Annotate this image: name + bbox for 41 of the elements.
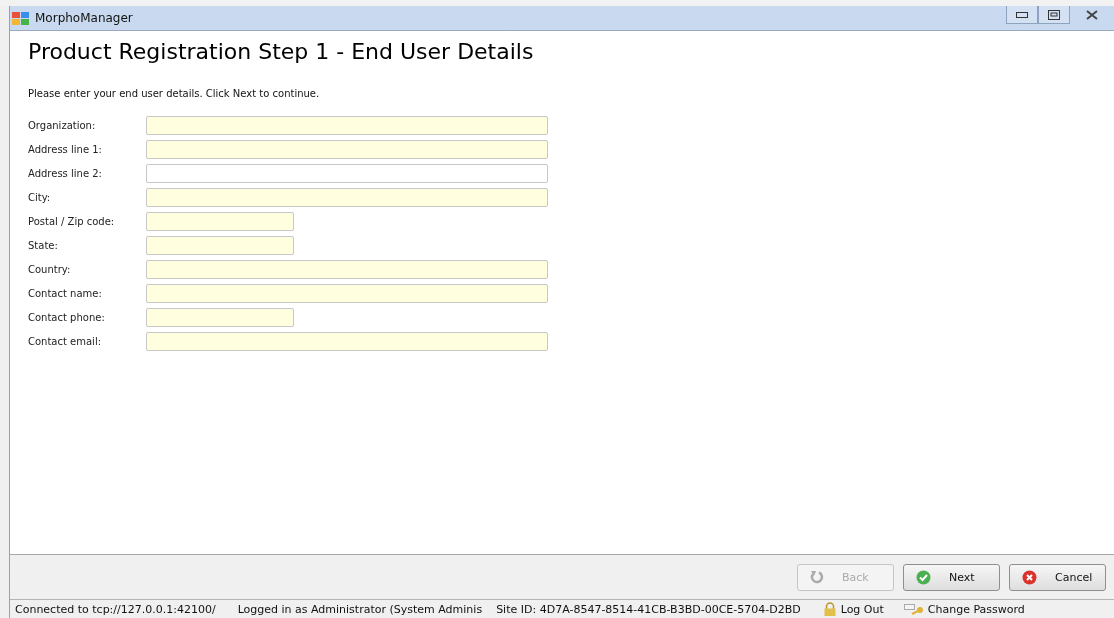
text-field[interactable] [146,140,548,159]
field-label: State: [28,240,59,251]
minimize-icon [1016,11,1028,18]
text-field[interactable] [146,212,294,231]
key-icon [903,603,924,615]
maximize-icon [1048,9,1060,20]
text-field[interactable] [146,260,548,279]
text-field[interactable] [146,164,548,183]
next-button[interactable]: Next [903,563,1000,591]
field-label: Contact email: [28,336,103,347]
change-password-link[interactable]: Change Password [927,602,1025,616]
window-title: MorphoManager [35,11,133,25]
field-label: Contact phone: [28,312,106,323]
checkmark-icon [916,569,931,585]
padlock-icon [822,602,837,616]
maximize-button[interactable] [1038,6,1070,24]
field-label: Postal / Zip code: [28,216,116,227]
field-label: Contact name: [28,288,103,299]
field-label: Address line 1: [28,144,103,155]
close-icon [1022,569,1037,585]
text-field[interactable] [146,116,548,135]
close-icon [1086,9,1098,20]
site-id: Site ID: 4D7A-8547-8514-41CB-B3BD-00CE-5704-D2BD [496,602,801,616]
text-field[interactable] [146,188,548,207]
undo-icon [810,570,824,584]
user-status: Logged in as Administrator (System Adminis [237,602,483,616]
field-label: Organization: [28,120,97,131]
minimize-button[interactable] [1006,6,1038,24]
text-field[interactable] [146,236,294,255]
text-field[interactable] [146,308,294,327]
field-label: Address line 2: [28,168,103,179]
text-field[interactable] [146,284,548,303]
cancel-button[interactable]: Cancel [1009,563,1106,591]
page-heading: Product Registration Step 1 - End User Details [28,39,535,64]
connection-status: Connected to tcp://127.0.0.1:42100/ [15,602,216,616]
instructions-text: Please enter your end user details. Click Next to continue. [28,88,321,99]
logout-link[interactable]: Log Out [840,602,884,616]
field-label: City: [28,192,52,203]
text-field[interactable] [146,332,548,351]
field-label: Country: [28,264,72,275]
app-icon [12,11,29,25]
